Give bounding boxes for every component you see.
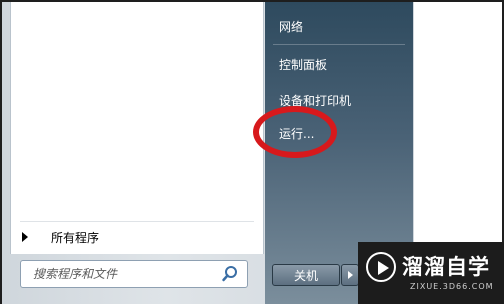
divider xyxy=(273,44,405,45)
shutdown-button[interactable]: 关机 xyxy=(272,264,340,286)
search-box[interactable] xyxy=(20,260,248,288)
search-input[interactable] xyxy=(21,262,221,286)
start-menu-left-panel xyxy=(10,2,264,254)
shutdown-label: 关机 xyxy=(293,268,318,283)
menu-item-control-panel[interactable]: 控制面板 xyxy=(279,56,327,73)
search-icon[interactable] xyxy=(221,265,239,283)
shutdown-options-button[interactable] xyxy=(341,264,359,286)
watermark-title: 溜溜自学 xyxy=(402,255,490,279)
menu-item-network[interactable]: 网络 xyxy=(279,18,303,35)
start-menu: 所有程序 网络 控制面板 设备和打印机 运行... 关机 xyxy=(2,2,414,304)
divider xyxy=(20,221,254,222)
triangle-right-icon xyxy=(22,232,28,242)
annotation-circle xyxy=(253,106,337,158)
watermark-url: ZIXUE.3D66.COM xyxy=(410,282,494,291)
watermark: 溜溜自学 ZIXUE.3D66.COM xyxy=(358,242,504,304)
triangle-right-icon xyxy=(347,271,353,279)
play-circle-icon xyxy=(366,252,396,282)
all-programs-item[interactable]: 所有程序 xyxy=(18,226,248,248)
all-programs-label: 所有程序 xyxy=(51,230,100,245)
window-frame: 所有程序 网络 控制面板 设备和打印机 运行... 关机 xyxy=(0,0,504,304)
